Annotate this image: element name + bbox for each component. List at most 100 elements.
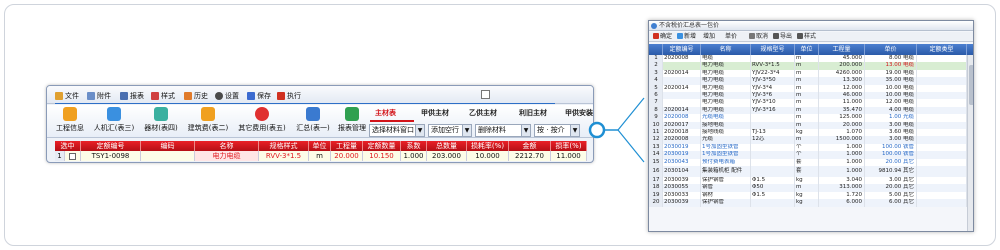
table-row[interactable]: 17 2030039 保护钢管 Φ1.5 kg 3.040 3.00 其它	[649, 177, 973, 185]
cell-type[interactable]	[917, 136, 967, 144]
cell-name[interactable]: 光缆	[701, 136, 751, 144]
table-row[interactable]: 2 电力电缆 RVV-3*1.5 m 200.000 13.00 电缆	[649, 62, 973, 70]
cell-unit[interactable]: m	[795, 121, 819, 129]
cell-quota-code[interactable]: 2020008	[663, 114, 701, 122]
cell-unit[interactable]: m	[309, 151, 331, 161]
cell-unit[interactable]: m	[795, 55, 819, 63]
cell-price[interactable]: 100.00 铁管	[865, 143, 917, 152]
col-header-coef[interactable]: 系数	[401, 141, 427, 151]
cell-type[interactable]	[917, 106, 967, 115]
cell-quota-code[interactable]: 2020017	[663, 121, 701, 129]
table-row[interactable]: 15 2030043 预付费电表箱 套 1.000 20.00 其它	[649, 158, 973, 166]
cell-quota-code[interactable]: 2020008	[663, 136, 701, 144]
menu-checkbox[interactable]	[481, 90, 490, 99]
col-header-price[interactable]: 单价	[865, 44, 917, 55]
tool-report-manage[interactable]: 报表管理	[335, 107, 369, 137]
cell-price[interactable]: 35.00 电缆	[865, 77, 917, 85]
cell-name[interactable]: 集装箱机柜 配件	[701, 166, 751, 177]
cell-unit[interactable]: 套	[795, 158, 819, 166]
cell-type[interactable]	[917, 92, 967, 100]
table-row[interactable]: 9 2020008 光缆电缆 m 125.000 1.00 光缆	[649, 114, 973, 122]
table-row[interactable]: 14 2030019 1号加固型铁管 个 1.000 100.00 铁管	[649, 151, 973, 159]
cell-type[interactable]	[917, 121, 967, 129]
table-row[interactable]: 1 2020008 电缆 m 45.000 8.00 电缆	[649, 55, 973, 63]
tool-other-fees[interactable]: 其它费用(表五)	[235, 107, 289, 137]
cell-name[interactable]: 电力电缆	[701, 77, 751, 85]
cell-name[interactable]: 保护钢管	[701, 177, 751, 185]
delete-material-button[interactable]: 删除材料 ▼	[475, 124, 531, 137]
cell-price[interactable]: 6.00 其它	[865, 199, 917, 207]
tool-labor-machine[interactable]: 人机汇(表三)	[91, 107, 137, 137]
cell-spec[interactable]	[751, 151, 795, 159]
table-row[interactable]: 18 2030055 钢管 Φ50 m 313.000 20.00 其它	[649, 184, 973, 192]
cell-spec[interactable]: YJV-3*50	[751, 77, 795, 85]
cell-type[interactable]	[917, 77, 967, 85]
cell-quota-code[interactable]	[663, 92, 701, 100]
cancel-button[interactable]: 取消	[749, 32, 768, 42]
cell-quota-code[interactable]	[663, 77, 701, 85]
cell-price[interactable]: 1.00 光缆	[865, 114, 917, 122]
cell-type[interactable]	[917, 62, 967, 70]
cell-spec[interactable]	[751, 121, 795, 129]
cell-spec[interactable]	[751, 166, 795, 177]
cell-qty[interactable]: 11.000	[819, 99, 865, 107]
scrollbar-thumb[interactable]	[969, 65, 973, 105]
cell-name[interactable]: 1号加固型铁管	[701, 143, 751, 152]
cell-name[interactable]: 1号加固型铁管	[701, 151, 751, 159]
cell-name[interactable]: 电力电缆	[701, 106, 751, 115]
cell-qty[interactable]: 6.000	[819, 199, 865, 207]
cell-price[interactable]: 12.00 电缆	[865, 99, 917, 107]
cell-spec[interactable]: Φ1.5	[751, 177, 795, 185]
table-row[interactable]: 13 2030019 1号加固型铁管 个 1.000 100.00 铁管	[649, 143, 973, 152]
cell-spec[interactable]: TJ-13	[751, 129, 795, 137]
table-row[interactable]: 7 电力电缆 YJV-3*10 m 11.000 12.00 电缆	[649, 99, 973, 107]
cell-quota-code[interactable]: 2020014	[663, 84, 701, 92]
cell-quota-code[interactable]: 2030055	[663, 184, 701, 192]
menu-save[interactable]: 保存	[247, 90, 271, 101]
col-header-loss-rate[interactable]: 损耗率(%)	[467, 141, 509, 151]
col-header-unit[interactable]: 单位	[309, 141, 331, 151]
cell-price[interactable]: 10.00 电缆	[865, 92, 917, 100]
cell-qty[interactable]: 45.000	[819, 55, 865, 63]
col-header-quota-code[interactable]: 定额编号	[663, 44, 701, 55]
table-row[interactable]: 11 2020018 接地线缆 TJ-13 kg 1.070 3.60 电缆	[649, 129, 973, 137]
col-header-type[interactable]: 定额类型	[917, 44, 967, 55]
cell-price[interactable]: 19.00 电缆	[865, 69, 917, 78]
table-row[interactable]: 5 2020014 电力电缆 YJV-3*4 m 12.000 10.00 电缆	[649, 84, 973, 92]
table-row[interactable]: 20 2030039 保护钢管 kg 6.000 6.00 其它	[649, 199, 973, 207]
cell-price[interactable]: 9810.94 其它	[865, 166, 917, 177]
menu-history[interactable]: 历史	[184, 90, 208, 101]
tab-reused-material[interactable]: 利旧主材	[519, 107, 547, 119]
table-row[interactable]: 1 TSY1-0098 电力电缆 RVV-3*1.5 m 20.000 10.1…	[55, 151, 587, 161]
cell-spec[interactable]: YJV22-3*4	[751, 69, 795, 78]
cell-spec[interactable]	[751, 158, 795, 166]
cell-quota-code[interactable]	[663, 99, 701, 107]
cell-quota-code[interactable]: 2020018	[663, 129, 701, 137]
cell-quota-code[interactable]	[663, 62, 701, 70]
cell-unit[interactable]: m	[795, 92, 819, 100]
row-checkbox-cell[interactable]	[65, 151, 81, 161]
add-button[interactable]: 新增	[677, 32, 696, 42]
cell-type[interactable]	[917, 129, 967, 137]
cell-price[interactable]: 3.00 其它	[865, 177, 917, 185]
cell-qty[interactable]: 1.720	[819, 191, 865, 200]
tool-construction-fee[interactable]: 建筑费(表二)	[185, 107, 231, 137]
add-row-dropdown[interactable]: 添加空行 ▼	[428, 124, 472, 137]
col-header-name[interactable]: 名称	[701, 44, 751, 55]
cell-type[interactable]	[917, 191, 967, 200]
cell-qty[interactable]: 35.470	[819, 106, 865, 115]
cell-quota-code[interactable]: 2030033	[663, 191, 701, 200]
menu-style[interactable]: 样式	[151, 90, 175, 101]
cell-qty[interactable]: 1500.000	[819, 136, 865, 144]
cell-unit[interactable]: m	[795, 136, 819, 144]
vertical-scrollbar[interactable]	[967, 55, 973, 231]
cell-quota-code[interactable]: TSY1-0098	[81, 151, 141, 161]
cell-work-qty[interactable]: 20.000	[331, 151, 363, 161]
cell-qty[interactable]: 200.000	[819, 62, 865, 70]
menu-attachment[interactable]: 附件	[87, 90, 111, 101]
tool-project-info[interactable]: 工程信息	[53, 107, 87, 137]
cell-spec[interactable]: YJV-3*16	[751, 106, 795, 115]
cell-price[interactable]: 3.00 电缆	[865, 136, 917, 144]
col-header-loss2[interactable]: 损率(%)	[551, 141, 587, 151]
cell-name[interactable]: 预付费电表箱	[701, 158, 751, 166]
